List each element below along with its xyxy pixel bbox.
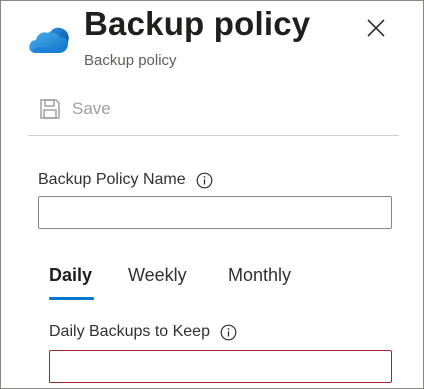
backup-policy-panel: Backup policy Backup policy Save Backup … xyxy=(0,0,424,389)
save-button[interactable]: Save xyxy=(38,97,111,121)
policy-name-label-row: Backup Policy Name xyxy=(38,171,213,189)
tab-monthly[interactable]: Monthly xyxy=(228,265,291,286)
panel-title: Backup policy xyxy=(84,5,311,42)
policy-name-input[interactable] xyxy=(39,197,391,228)
save-icon xyxy=(40,99,60,119)
info-icon[interactable] xyxy=(220,324,237,341)
daily-backups-label: Daily Backups to Keep xyxy=(49,323,210,340)
azure-cloud-icon xyxy=(29,27,69,53)
tab-weekly[interactable]: Weekly xyxy=(128,265,187,286)
daily-backups-field[interactable] xyxy=(49,350,392,383)
daily-backups-input[interactable] xyxy=(50,351,391,382)
close-icon[interactable] xyxy=(363,15,389,41)
tab-daily[interactable]: Daily xyxy=(49,265,92,286)
panel-subtitle: Backup policy xyxy=(84,52,177,69)
toolbar-divider xyxy=(28,135,399,136)
policy-name-field[interactable] xyxy=(38,196,392,229)
policy-name-label: Backup Policy Name xyxy=(38,171,186,188)
info-icon[interactable] xyxy=(196,172,213,189)
active-tab-indicator xyxy=(49,297,94,300)
save-label: Save xyxy=(72,99,111,118)
daily-backups-label-row: Daily Backups to Keep xyxy=(49,323,237,341)
